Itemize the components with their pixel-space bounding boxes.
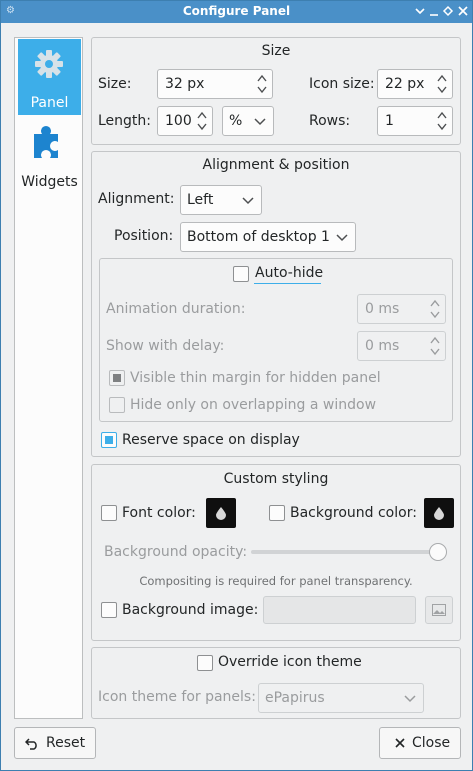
autohide-label[interactable]: Auto-hide [255,265,323,281]
group-title: Alignment & position [202,157,350,173]
chevron-down-icon [254,118,266,126]
override-icon-theme-label[interactable]: Override icon theme [218,654,362,670]
font-color-label[interactable]: Font color: [122,505,196,521]
background-color-label[interactable]: Background color: [290,505,417,521]
alignment-label: Alignment: [98,191,175,207]
opacity-slider-handle[interactable] [429,543,447,561]
alignment-combo[interactable]: Left [180,185,262,215]
spin-arrows-icon[interactable] [429,334,441,358]
rows-value: 1 [385,113,394,129]
icon-theme-label: Icon theme for panels: [98,689,256,705]
icon-size-spinbox[interactable]: 22 px [377,69,453,99]
animation-duration-value: 0 ms [365,301,400,317]
background-color-button[interactable] [424,498,454,528]
spin-arrows-icon[interactable] [429,297,441,321]
close-label: Close [412,735,451,751]
configure-panel-window: ⚙ Configure Panel Panel Widgets Size Siz… [0,0,473,771]
maximize-button[interactable] [441,4,455,20]
background-color-checkbox[interactable] [269,505,285,521]
animation-duration-label: Animation duration: [106,301,246,317]
custom-styling-group: Custom styling Font color: Background co… [91,464,461,641]
autohide-underline [254,283,321,284]
reserve-space-label[interactable]: Reserve space on display [122,432,300,448]
hide-overlap-checkbox[interactable] [109,397,125,413]
icon-theme-value: ePapirus [265,690,325,706]
opacity-slider-track[interactable] [251,550,437,554]
close-window-button[interactable] [456,4,470,20]
title-bar[interactable]: ⚙ Configure Panel [1,1,472,23]
gear-icon [35,50,63,78]
position-combo[interactable]: Bottom of desktop 1 [180,222,356,252]
diamond-icon [442,5,454,17]
background-image-field[interactable] [263,596,416,624]
window-title: Configure Panel [182,4,291,18]
minimize-icon [415,8,425,15]
compositing-note: Compositing is required for panel transp… [139,574,413,588]
sidebar: Panel Widgets [14,37,83,719]
underscore-icon [430,14,438,16]
close-icon [395,738,405,748]
autohide-checkbox[interactable] [233,266,249,282]
icon-size-value: 22 px [385,76,425,92]
override-icon-theme-checkbox[interactable] [197,655,213,671]
chevron-down-icon [242,197,254,205]
font-color-button[interactable] [206,498,236,528]
length-spinbox[interactable]: 100 [157,106,213,136]
reset-label: Reset [46,735,86,751]
color-drop-icon [216,507,226,520]
autohide-group: Auto-hide Animation duration: 0 ms Show … [99,258,453,422]
reserve-space-checkbox[interactable] [101,432,117,448]
size-spinbox[interactable]: 32 px [157,69,273,99]
color-drop-icon [434,507,444,520]
length-unit-value: % [229,113,243,129]
sidebar-item-label: Panel [30,95,69,111]
reset-button[interactable]: Reset [14,727,96,759]
chevron-down-icon [404,695,416,703]
size-group: Size Size: 32 px Icon size: 22 px Length… [91,37,461,145]
background-image-checkbox[interactable] [101,602,117,618]
thin-margin-checkbox[interactable] [109,370,125,386]
size-value: 32 px [165,76,205,92]
length-unit-combo[interactable]: % [222,106,274,136]
help-button[interactable] [413,4,427,20]
spin-arrows-icon[interactable] [436,109,448,133]
chevron-down-icon [336,234,348,242]
background-opacity-label: Background opacity: [104,544,248,560]
icon-theme-combo[interactable]: ePapirus [258,683,424,713]
alignment-position-group: Alignment & position Alignment: Left Pos… [91,151,461,457]
length-label: Length: [98,113,152,129]
animation-duration-spinbox[interactable]: 0 ms [357,294,446,324]
size-label: Size: [98,76,132,92]
group-title: Size [261,43,291,59]
icon-theme-group: Override icon theme Icon theme for panel… [91,647,461,719]
close-button[interactable]: Close [379,727,461,759]
spin-arrows-icon[interactable] [196,109,208,133]
undo-icon [25,738,37,750]
thin-margin-label: Visible thin margin for hidden panel [130,370,381,386]
icon-size-label: Icon size: [309,76,375,92]
close-icon [458,6,468,16]
show-delay-label: Show with delay: [106,338,225,354]
hide-overlap-label: Hide only on overlapping a window [130,397,377,413]
sidebar-item-panel[interactable]: Panel [18,39,81,115]
show-delay-value: 0 ms [365,338,400,354]
alignment-value: Left [187,192,214,208]
puzzle-icon [34,126,58,158]
sidebar-item-widgets[interactable]: Widgets [18,118,81,194]
group-title: Custom styling [223,471,329,487]
sidebar-item-label: Widgets [21,174,78,190]
background-image-label[interactable]: Background image: [122,602,258,618]
font-color-checkbox[interactable] [101,505,117,521]
minimize-button[interactable] [427,4,441,20]
image-icon [432,604,446,616]
background-image-browse-button[interactable] [425,596,453,624]
rows-label: Rows: [309,113,351,129]
show-delay-spinbox[interactable]: 0 ms [357,331,446,361]
position-value: Bottom of desktop 1 [187,229,330,245]
position-label: Position: [114,228,174,244]
spin-arrows-icon[interactable] [436,72,448,96]
rows-spinbox[interactable]: 1 [377,106,453,136]
length-value: 100 [165,113,192,129]
spin-arrows-icon[interactable] [256,72,268,96]
